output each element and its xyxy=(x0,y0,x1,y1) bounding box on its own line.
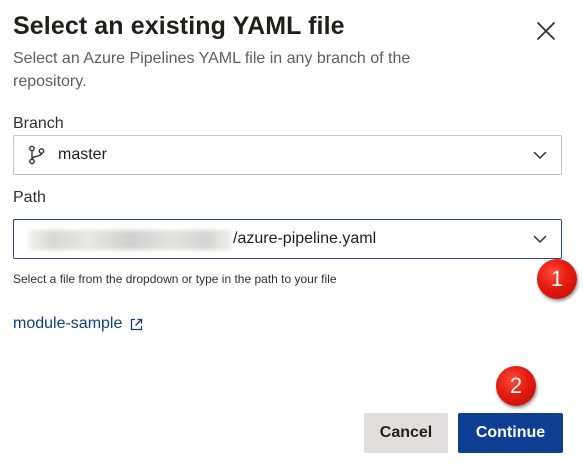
path-label: Path xyxy=(13,189,46,206)
step-badge-2: 2 xyxy=(496,366,536,406)
external-link-icon xyxy=(131,318,143,330)
path-hint: Select a file from the dropdown or type … xyxy=(13,272,337,286)
redacted-path-prefix xyxy=(28,230,232,250)
step-badge-1: 1 xyxy=(537,259,577,299)
path-value: /azure-pipeline.yaml xyxy=(233,230,377,247)
repository-link-text[interactable]: module-sample xyxy=(13,315,122,333)
branch-label: Branch xyxy=(13,115,64,132)
git-branch-icon xyxy=(29,145,45,165)
repository-link[interactable]: module-sample xyxy=(13,315,143,333)
branch-value: master xyxy=(58,146,107,163)
close-icon xyxy=(537,22,555,40)
select-yaml-dialog: Select an existing YAML file Select an A… xyxy=(0,0,583,467)
path-combobox[interactable]: /azure-pipeline.yaml xyxy=(13,219,562,259)
chevron-down-icon xyxy=(533,151,547,159)
dialog-subtitle: Select an Azure Pipelines YAML file in a… xyxy=(13,50,411,90)
close-button[interactable] xyxy=(532,17,560,45)
dialog-title: Select an existing YAML file xyxy=(13,12,345,40)
continue-button[interactable]: Continue xyxy=(458,413,563,453)
cancel-button[interactable]: Cancel xyxy=(364,413,448,453)
chevron-down-icon[interactable] xyxy=(533,232,547,246)
branch-dropdown[interactable]: master xyxy=(13,135,562,175)
